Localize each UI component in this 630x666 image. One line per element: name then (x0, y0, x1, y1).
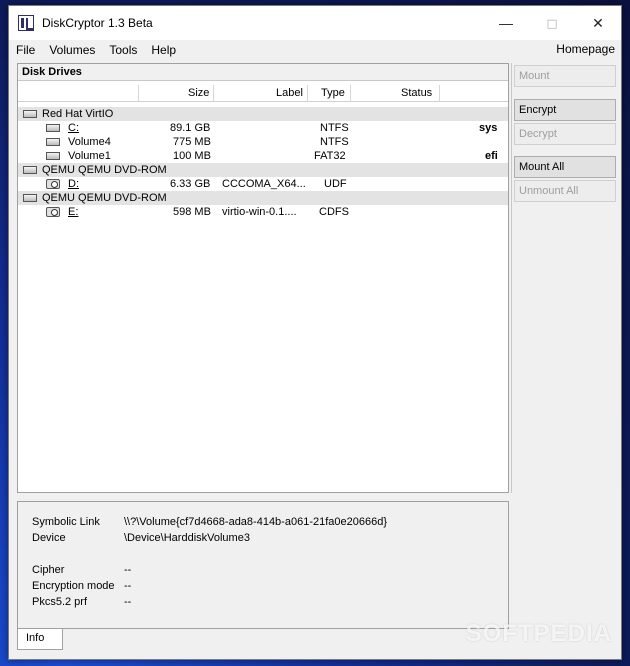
volume-type: NTFS (320, 136, 349, 148)
volume-row[interactable]: E: 598 MB virtio-win-0.1.... CDFS (18, 205, 508, 219)
disk-group-row[interactable]: Red Hat VirtIO (18, 107, 508, 121)
mount-all-button[interactable]: Mount All (514, 156, 616, 178)
disk-icon (46, 138, 60, 146)
tab-info[interactable]: Info (17, 629, 63, 650)
cdrom-icon (46, 179, 60, 189)
volume-size: 775 MB (173, 136, 211, 148)
info-key: Cipher (32, 564, 65, 576)
volume-status: efi (485, 150, 498, 162)
encrypt-button[interactable]: Encrypt (514, 99, 616, 121)
panel-splitter[interactable] (511, 63, 512, 493)
info-key: Symbolic Link (32, 516, 100, 528)
disk-group-row[interactable]: QEMU QEMU DVD-ROM (18, 163, 508, 177)
column-separator[interactable] (350, 85, 351, 102)
info-key: Encryption mode (32, 580, 115, 592)
column-header: Size Label Type Status (18, 85, 508, 102)
info-key: Device (32, 532, 66, 544)
column-size[interactable]: Size (188, 87, 209, 99)
unmount-all-button[interactable]: Unmount All (514, 180, 616, 202)
minimize-icon[interactable]: — (483, 6, 529, 40)
volume-row[interactable]: Volume1 100 MB FAT32 efi (18, 149, 508, 163)
homepage-link[interactable]: Homepage (556, 42, 615, 56)
disk-group-name: QEMU QEMU DVD-ROM (42, 164, 167, 176)
column-separator[interactable] (213, 85, 214, 102)
close-icon[interactable]: ✕ (575, 6, 621, 40)
disk-group-row[interactable]: QEMU QEMU DVD-ROM (18, 191, 508, 205)
disk-icon (46, 152, 60, 160)
volume-size: 89.1 GB (170, 122, 211, 134)
menu-help[interactable]: Help (144, 43, 183, 57)
disk-group-name: Red Hat VirtIO (42, 108, 114, 120)
window-controls: — ◻ ✕ (483, 6, 621, 40)
disk-icon (23, 166, 37, 174)
decrypt-button[interactable]: Decrypt (514, 123, 616, 145)
volume-info-panel: Symbolic Link \\?\Volume{cf7d4668-ada8-4… (17, 501, 509, 629)
info-key: Pkcs5.2 prf (32, 596, 88, 608)
mount-button[interactable]: Mount (514, 65, 616, 87)
info-value: -- (124, 564, 132, 576)
menu-tools[interactable]: Tools (102, 43, 144, 57)
volume-type: FAT32 (314, 150, 346, 162)
disk-drives-panel: Disk Drives Size Label Type Status Red H… (17, 63, 509, 493)
volume-row[interactable]: D: 6.33 GB CCCOMA_X64... UDF (18, 177, 508, 191)
volume-name: D: (68, 178, 79, 190)
volume-name: C: (68, 122, 79, 134)
volume-name: E: (68, 206, 79, 218)
diskcryptor-app-icon (18, 15, 34, 31)
window-title: DiskCryptor 1.3 Beta (42, 16, 153, 30)
volume-row[interactable]: Volume4 775 MB NTFS (18, 135, 508, 149)
volume-size: 598 MB (173, 206, 211, 218)
volume-name: Volume1 (68, 150, 111, 162)
disk-icon (23, 110, 37, 118)
volume-size: 6.33 GB (170, 178, 211, 190)
menu-volumes[interactable]: Volumes (42, 43, 102, 57)
menu-bar: File Volumes Tools Help Homepage (9, 40, 621, 60)
volume-type: NTFS (320, 122, 349, 134)
info-value: -- (124, 596, 132, 608)
info-value: -- (124, 580, 132, 592)
volume-type: CDFS (319, 206, 349, 218)
softpedia-watermark: SOFTPEDIA (465, 620, 612, 647)
volume-label: virtio-win-0.1.... (222, 206, 297, 218)
volume-name: Volume4 (68, 136, 111, 148)
column-separator[interactable] (307, 85, 308, 102)
volume-type: UDF (324, 178, 347, 190)
maximize-icon: ◻ (546, 14, 558, 31)
cdrom-icon (46, 207, 60, 217)
disk-icon (46, 124, 60, 132)
disk-icon (23, 194, 37, 202)
volume-label: CCCOMA_X64... (222, 178, 306, 190)
menu-file[interactable]: File (9, 43, 42, 57)
column-separator[interactable] (138, 85, 139, 102)
column-label[interactable]: Label (276, 87, 303, 99)
app-window: DiskCryptor 1.3 Beta — ◻ ✕ File Volumes … (8, 5, 622, 660)
volume-row[interactable]: C: 89.1 GB NTFS sys (18, 121, 508, 135)
column-status[interactable]: Status (401, 87, 432, 99)
volume-status: sys (479, 122, 498, 134)
volume-size: 100 MB (173, 150, 211, 162)
info-value: \\?\Volume{cf7d4668-ada8-414b-a061-21fa0… (124, 516, 388, 528)
column-type[interactable]: Type (321, 87, 345, 99)
title-bar[interactable]: DiskCryptor 1.3 Beta — ◻ ✕ (9, 6, 621, 40)
disk-group-name: QEMU QEMU DVD-ROM (42, 192, 167, 204)
disk-drives-title: Disk Drives (18, 64, 508, 81)
info-value: \Device\HarddiskVolume3 (124, 532, 250, 544)
column-separator[interactable] (439, 85, 440, 102)
